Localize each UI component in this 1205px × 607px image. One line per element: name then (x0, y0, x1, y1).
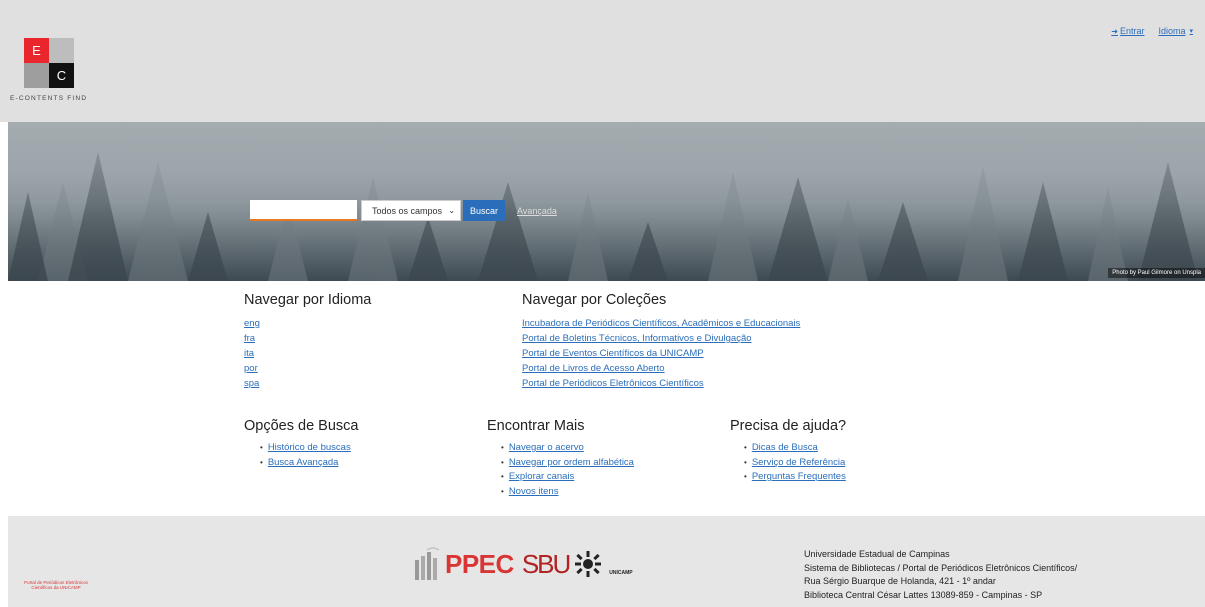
login-link[interactable]: ➜ Entrar (1111, 26, 1144, 36)
list-item: Explorar canais (501, 470, 634, 485)
collection-link[interactable]: Portal de Boletins Técnicos, Informativo… (522, 333, 752, 344)
new-items-link[interactable]: Novos itens (509, 486, 559, 497)
collection-link[interactable]: Portal de Periódicos Eletrônicos Científ… (522, 378, 704, 389)
list-item: Busca Avançada (260, 456, 351, 471)
collection-link[interactable]: Portal de Livros de Acesso Aberto (522, 363, 665, 374)
search-button-label: Buscar (470, 205, 499, 216)
list-item: fra (244, 331, 260, 346)
list-item: Perguntas Frequentes (744, 470, 846, 485)
browse-collections-title: Navegar por Coleções (522, 292, 667, 308)
advanced-search-link[interactable]: Avançada (517, 206, 557, 216)
browse-catalog-link[interactable]: Navegar o acervo (509, 442, 584, 453)
address-line: Biblioteca Central César Lattes 13089-85… (804, 589, 1043, 600)
site-logo[interactable]: E C (24, 38, 74, 88)
logo-block (49, 38, 74, 63)
browse-language-title: Navegar por Idioma (244, 292, 372, 308)
collection-link[interactable]: Incubadora de Periódicos Científicos, Ac… (522, 318, 800, 329)
explore-channels-link[interactable]: Explorar canais (509, 471, 574, 482)
photo-credit: Photo by Paul Gilmore on Unspla (1108, 268, 1205, 278)
footer-logos: PPEC SBU UNICAMP (413, 546, 633, 582)
footer-address: Universidade Estadual de Campinas Sistem… (804, 548, 1077, 602)
login-label: Entrar (1119, 26, 1145, 36)
list-item: Portal de Eventos Científicos da UNICAMP (522, 346, 800, 361)
list-item: Navegar por ordem alfabética (501, 456, 634, 471)
logo-block (24, 63, 49, 88)
caret-down-icon: ▾ (1189, 28, 1193, 35)
collection-link[interactable]: Portal de Eventos Científicos da UNICAMP (522, 348, 704, 359)
sbu-logo-text: SBU (521, 549, 571, 579)
language-link[interactable]: fra (244, 333, 255, 344)
faq-link[interactable]: Perguntas Frequentes (752, 471, 846, 482)
unicamp-logo-icon (575, 551, 602, 577)
find-more-title: Encontrar Mais (487, 418, 585, 434)
need-help-list: Dicas de Busca Serviço de Referência Per… (744, 441, 846, 485)
logo-letter-e: E (24, 38, 49, 63)
logo-letter-c: C (49, 63, 74, 88)
list-item: Portal de Periódicos Eletrônicos Científ… (522, 376, 800, 391)
list-item: Dicas de Busca (744, 441, 846, 456)
language-label: Idioma (1158, 26, 1186, 36)
ppec-logo-text: PPEC (445, 549, 514, 579)
ppec-logo-subtitle: Portal de Periódicos Eletrônicos Científ… (24, 580, 88, 590)
browse-alphabetical-link[interactable]: Navegar por ordem alfabética (509, 457, 634, 468)
site-header: E C E-CONTENTS FIND ➜ Entrar Idioma ▾ (0, 0, 1205, 122)
language-link[interactable]: ita (244, 348, 254, 359)
logo-text: E-CONTENTS FIND (10, 95, 88, 102)
hero-banner: Todos os campos ⌄ Buscar Avançada Photo … (8, 122, 1205, 281)
sign-in-icon: ➜ (1111, 26, 1118, 36)
site-footer: PPEC SBU UNICAMP Portal de Periódicos El… (8, 516, 1205, 607)
search-button[interactable]: Buscar (250, 200, 506, 221)
language-link[interactable]: eng (244, 318, 260, 329)
list-item: Portal de Livros de Acesso Aberto (522, 361, 800, 376)
search-bar: Todos os campos ⌄ Buscar Avançada (250, 200, 557, 221)
address-line: Sistema de Bibliotecas / Portal de Perió… (804, 562, 1078, 573)
language-link[interactable]: spa (244, 378, 259, 389)
list-item: Histórico de buscas (260, 441, 351, 456)
search-history-link[interactable]: Histórico de buscas (268, 442, 351, 453)
collection-list: Incubadora de Periódicos Científicos, Ac… (522, 316, 800, 391)
top-nav: ➜ Entrar Idioma ▾ (1111, 26, 1193, 36)
search-icon (250, 200, 259, 209)
list-item: por (244, 361, 260, 376)
language-link[interactable]: por (244, 363, 258, 374)
list-item: ita (244, 346, 260, 361)
search-input[interactable] (250, 200, 357, 221)
list-item: Novos itens (501, 485, 634, 500)
ppec-logo-icon (415, 547, 439, 580)
forest-background (8, 122, 1205, 281)
chevron-down-icon: ⌄ (448, 206, 455, 215)
list-item: Serviço de Referência (744, 456, 846, 471)
language-list: eng fra ita por spa (244, 316, 260, 391)
language-dropdown[interactable]: Idioma ▾ (1158, 26, 1193, 36)
list-item: Incubadora de Periódicos Científicos, Ac… (522, 316, 800, 331)
find-more-list: Navegar o acervo Navegar por ordem alfab… (501, 441, 634, 499)
search-tips-link[interactable]: Dicas de Busca (752, 442, 818, 453)
list-item: spa (244, 376, 260, 391)
reference-service-link[interactable]: Serviço de Referência (752, 457, 845, 468)
search-options-list: Histórico de buscas Busca Avançada (260, 441, 351, 470)
list-item: Navegar o acervo (501, 441, 634, 456)
search-field-select-value: Todos os campos (372, 205, 443, 216)
unicamp-logo-text: UNICAMP (609, 570, 633, 576)
address-line: Rua Sérgio Buarque de Holanda, 421 - 1º … (804, 576, 996, 586)
search-field-select[interactable]: Todos os campos ⌄ (361, 200, 461, 221)
list-item: Portal de Boletins Técnicos, Informativo… (522, 331, 800, 346)
advanced-search-option-link[interactable]: Busca Avançada (268, 457, 339, 468)
address-line: Universidade Estadual de Campinas (804, 549, 950, 559)
list-item: eng (244, 316, 260, 331)
search-options-title: Opções de Busca (244, 418, 359, 434)
need-help-title: Precisa de ajuda? (730, 418, 847, 434)
